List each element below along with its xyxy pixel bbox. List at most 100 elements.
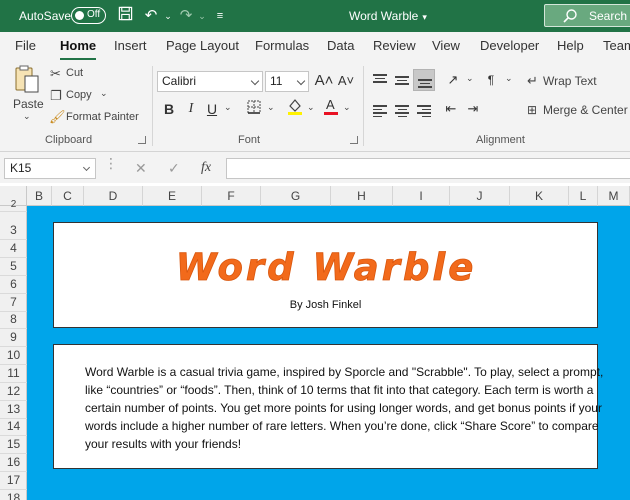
row-header[interactable]: 3 bbox=[0, 222, 27, 240]
enter-icon[interactable]: ✓ bbox=[168, 160, 180, 177]
column-header[interactable]: E bbox=[143, 186, 202, 206]
merge-center-icon[interactable]: ⊞ bbox=[527, 103, 537, 117]
font-launcher-icon[interactable] bbox=[350, 136, 358, 144]
merge-center-label[interactable]: Merge & Center bbox=[543, 103, 628, 117]
orientation-dropdown-icon[interactable]: ⌄ bbox=[466, 73, 474, 84]
row-header[interactable]: 5 bbox=[0, 258, 27, 276]
copy-dropdown-icon[interactable]: ⌄ bbox=[100, 88, 108, 99]
name-box[interactable]: K15 bbox=[4, 158, 96, 179]
tab-formulas[interactable]: Formulas bbox=[255, 38, 309, 53]
underline-dropdown-icon[interactable]: ⌄ bbox=[224, 102, 232, 113]
tab-developer[interactable]: Developer bbox=[480, 38, 539, 53]
paste-icon[interactable] bbox=[12, 64, 42, 96]
row-header[interactable]: 8 bbox=[0, 311, 27, 329]
font-color-dropdown-icon[interactable]: ⌄ bbox=[343, 102, 351, 113]
tab-file[interactable]: File bbox=[15, 38, 36, 53]
paste-label[interactable]: Paste bbox=[13, 97, 44, 111]
font-name-value: Calibri bbox=[162, 74, 197, 88]
column-header[interactable]: H bbox=[331, 186, 393, 206]
column-header[interactable]: M bbox=[598, 186, 630, 206]
cut-label[interactable]: Cut bbox=[66, 67, 83, 79]
row-header[interactable]: 10 bbox=[0, 347, 27, 365]
formula-input[interactable] bbox=[226, 158, 630, 179]
align-left-icon[interactable] bbox=[373, 103, 387, 119]
row-header[interactable]: 12 bbox=[0, 383, 27, 401]
bold-icon[interactable]: B bbox=[158, 98, 180, 120]
row-header[interactable]: 13 bbox=[0, 401, 27, 419]
wrap-text-icon[interactable]: ↵ bbox=[527, 73, 538, 89]
row-header[interactable]: 6 bbox=[0, 276, 27, 294]
tab-review[interactable]: Review bbox=[373, 38, 416, 53]
search-box[interactable]: Search (A bbox=[544, 4, 630, 27]
column-header[interactable]: C bbox=[52, 186, 84, 206]
customize-toolbar-icon[interactable]: ≡ bbox=[210, 6, 230, 26]
fill-color-icon[interactable] bbox=[284, 96, 306, 118]
tab-insert[interactable]: Insert bbox=[114, 38, 147, 53]
title-card: Word Warble By Josh Finkel bbox=[53, 222, 598, 328]
undo-dropdown-icon[interactable]: ⌄ bbox=[158, 6, 178, 26]
row-header[interactable]: 17 bbox=[0, 472, 27, 490]
document-title[interactable]: Word Warble ▾ bbox=[349, 9, 427, 23]
column-header[interactable]: I bbox=[393, 186, 450, 206]
row-header[interactable]: 11 bbox=[0, 365, 27, 383]
row-header[interactable]: 15 bbox=[0, 436, 27, 454]
column-header[interactable]: L bbox=[569, 186, 598, 206]
cut-icon[interactable]: ✂ bbox=[50, 66, 61, 82]
underline-icon[interactable]: U bbox=[201, 98, 223, 120]
italic-icon[interactable]: I bbox=[180, 98, 202, 120]
tab-data[interactable]: Data bbox=[327, 38, 354, 53]
tab-team[interactable]: Team bbox=[603, 38, 630, 53]
cancel-icon[interactable]: ✕ bbox=[135, 160, 147, 177]
tab-view[interactable]: View bbox=[432, 38, 460, 53]
save-icon[interactable] bbox=[115, 6, 135, 26]
format-painter-label[interactable]: Format Painter bbox=[66, 111, 139, 123]
svg-text:Word Warble: Word Warble bbox=[175, 246, 476, 288]
column-header[interactable]: J bbox=[450, 186, 510, 206]
tab-page-layout[interactable]: Page Layout bbox=[166, 38, 239, 53]
copy-icon[interactable]: ❐ bbox=[50, 88, 62, 104]
insert-function-icon[interactable]: fx bbox=[201, 160, 211, 176]
autosave-toggle[interactable]: Off bbox=[71, 7, 106, 24]
copy-label[interactable]: Copy bbox=[66, 89, 92, 101]
chevron-down-icon bbox=[82, 163, 91, 172]
decrease-indent-icon[interactable]: ⇤ bbox=[440, 98, 462, 120]
column-header[interactable]: B bbox=[27, 186, 52, 206]
borders-dropdown-icon[interactable]: ⌄ bbox=[267, 102, 275, 113]
row-header[interactable]: 2 bbox=[0, 200, 27, 212]
wrap-text-label[interactable]: Wrap Text bbox=[543, 74, 597, 88]
column-header[interactable]: K bbox=[510, 186, 569, 206]
orientation-icon[interactable]: ↗ bbox=[442, 69, 464, 91]
format-painter-icon[interactable]: 🖌︎ bbox=[49, 109, 66, 125]
font-size-select[interactable]: 11 bbox=[265, 71, 309, 92]
fill-color-dropdown-icon[interactable]: ⌄ bbox=[307, 102, 315, 113]
align-center-icon[interactable] bbox=[395, 103, 409, 119]
increase-font-size-icon[interactable]: A˄ bbox=[313, 70, 335, 92]
align-bottom-button[interactable] bbox=[413, 69, 435, 91]
row-header[interactable]: 18 bbox=[0, 490, 27, 500]
worksheet-grid[interactable]: Word Warble By Josh Finkel Word Warble i… bbox=[27, 206, 630, 500]
row-header[interactable]: 4 bbox=[0, 240, 27, 258]
row-header[interactable]: 14 bbox=[0, 418, 27, 436]
font-color-icon[interactable]: A bbox=[320, 96, 342, 118]
align-top-icon[interactable] bbox=[373, 72, 387, 85]
column-header[interactable]: G bbox=[261, 186, 331, 206]
text-direction-dropdown-icon[interactable]: ⌄ bbox=[505, 73, 513, 84]
tab-help[interactable]: Help bbox=[557, 38, 584, 53]
borders-icon[interactable] bbox=[243, 98, 265, 120]
column-header[interactable]: F bbox=[202, 186, 261, 206]
row-header[interactable]: 16 bbox=[0, 454, 27, 472]
font-name-select[interactable]: Calibri bbox=[157, 71, 263, 92]
row-header[interactable]: 9 bbox=[0, 329, 27, 347]
clipboard-launcher-icon[interactable] bbox=[138, 136, 146, 144]
align-middle-icon[interactable] bbox=[395, 74, 409, 87]
row-header[interactable]: 7 bbox=[0, 294, 27, 312]
paste-dropdown-icon[interactable]: ⌄ bbox=[23, 111, 31, 122]
redo-dropdown-icon[interactable]: ⌄ bbox=[192, 6, 212, 26]
increase-indent-icon[interactable]: ⇥ bbox=[462, 98, 484, 120]
tab-home[interactable]: Home bbox=[60, 38, 97, 61]
description-card: Word Warble is a casual trivia game, ins… bbox=[53, 344, 603, 469]
decrease-font-size-icon[interactable]: A˅ bbox=[335, 70, 357, 92]
column-header[interactable]: D bbox=[84, 186, 143, 206]
text-direction-icon[interactable]: ¶ bbox=[480, 69, 502, 91]
align-right-icon[interactable] bbox=[417, 103, 431, 119]
